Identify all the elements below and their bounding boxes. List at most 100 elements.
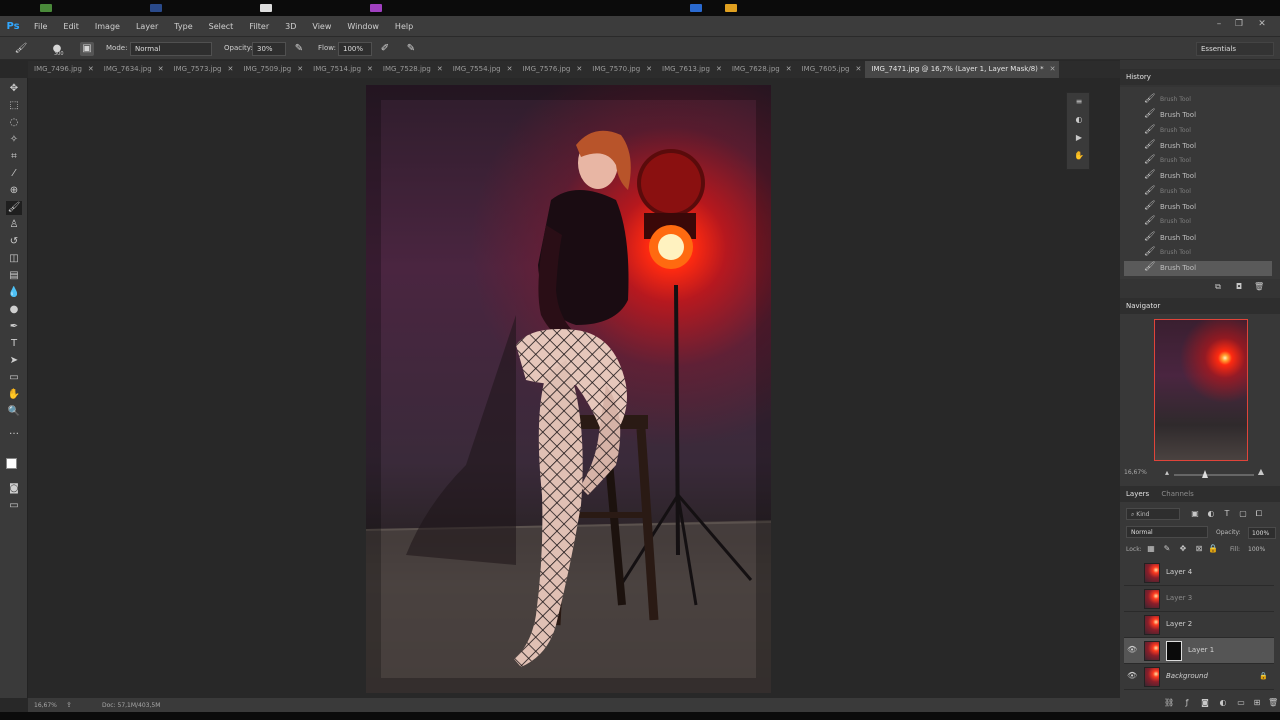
canvas-area[interactable]: ≡ ◐ ▶ ✋: [28, 78, 1120, 698]
lock-transparent-icon[interactable]: ▦: [1146, 544, 1156, 554]
eyedropper-tool-icon[interactable]: ⁄: [6, 167, 22, 181]
restore-icon[interactable]: ❐: [1232, 19, 1246, 32]
menu-edit[interactable]: Edit: [55, 22, 87, 31]
filter-type-icon[interactable]: T: [1222, 509, 1232, 519]
tab-document[interactable]: IMG_7613.jpg ✕: [656, 61, 726, 78]
history-step[interactable]: 🖌 Brush Tool: [1124, 169, 1272, 184]
close-tab-icon[interactable]: ✕: [716, 65, 722, 73]
navigator-zoom-slider[interactable]: [1174, 474, 1254, 476]
tab-document[interactable]: IMG_7496.jpg ✕: [28, 61, 98, 78]
history-step[interactable]: 🖌 Brush Tool: [1124, 200, 1272, 215]
tool-presets-icon[interactable]: ✋: [1074, 151, 1084, 161]
layer-opacity-field[interactable]: 100%: [1248, 527, 1276, 539]
lock-image-icon[interactable]: ✎: [1162, 544, 1172, 554]
filter-pixel-icon[interactable]: ▣: [1190, 509, 1200, 519]
menu-layer[interactable]: Layer: [128, 22, 166, 31]
fill-value[interactable]: 100%: [1248, 546, 1265, 553]
layer-mask-thumbnail[interactable]: [1166, 641, 1182, 661]
opacity-field[interactable]: 30%: [252, 42, 286, 56]
eye-icon[interactable]: 👁: [1127, 645, 1137, 655]
quick-select-tool-icon[interactable]: ✧: [6, 133, 22, 147]
history-brush-tool-icon[interactable]: ↺: [6, 235, 22, 249]
history-step[interactable]: 🖌 Brush Tool: [1124, 154, 1272, 169]
close-tab-icon[interactable]: ✕: [786, 65, 792, 73]
history-step-current[interactable]: 🖌 Brush Tool: [1124, 261, 1272, 276]
document-photo[interactable]: [366, 85, 771, 693]
close-tab-icon[interactable]: ✕: [297, 65, 303, 73]
type-tool-icon[interactable]: T: [6, 337, 22, 351]
layer-row[interactable]: 👁 Background 🔒: [1124, 664, 1274, 690]
close-tab-icon[interactable]: ✕: [1050, 65, 1056, 73]
pen-tool-icon[interactable]: ✒: [6, 320, 22, 334]
tab-document[interactable]: IMG_7528.jpg ✕: [377, 61, 447, 78]
layer-row[interactable]: Layer 4: [1124, 560, 1274, 586]
zoom-tool-icon[interactable]: 🔍: [6, 405, 22, 419]
tab-document[interactable]: IMG_7634.jpg ✕: [98, 61, 168, 78]
tab-document[interactable]: IMG_7570.jpg ✕: [586, 61, 656, 78]
marquee-tool-icon[interactable]: ⬚: [6, 99, 22, 113]
pressure-size-icon[interactable]: ✎: [404, 42, 418, 56]
close-tab-icon[interactable]: ✕: [646, 65, 652, 73]
move-tool-icon[interactable]: ✥: [6, 82, 22, 96]
mode-select[interactable]: Normal: [130, 42, 212, 56]
taskbar-app-icon[interactable]: [260, 4, 272, 12]
filter-adjustment-icon[interactable]: ◐: [1206, 509, 1216, 519]
tab-document[interactable]: IMG_7576.jpg ✕: [516, 61, 586, 78]
tab-document[interactable]: IMG_7554.jpg ✕: [447, 61, 517, 78]
history-step[interactable]: 🖌 Brush Tool: [1124, 231, 1272, 246]
eraser-tool-icon[interactable]: ◫: [6, 252, 22, 266]
history-step[interactable]: 🖌 Brush Tool: [1124, 93, 1272, 108]
navigator-panel-title[interactable]: Navigator: [1126, 302, 1160, 310]
new-layer-icon[interactable]: ⊞: [1252, 698, 1262, 708]
minimize-icon[interactable]: –: [1212, 19, 1226, 32]
close-tab-icon[interactable]: ✕: [227, 65, 233, 73]
status-zoom[interactable]: 16,67%: [34, 702, 57, 709]
workspace-select[interactable]: Essentials: [1196, 42, 1274, 56]
visibility-toggle[interactable]: [1127, 567, 1137, 577]
close-icon[interactable]: ✕: [1255, 19, 1269, 32]
tab-channels[interactable]: Channels: [1161, 490, 1193, 498]
crop-tool-icon[interactable]: ⌗: [6, 150, 22, 164]
navigator-zoom-value[interactable]: 16,67%: [1124, 469, 1147, 476]
history-step[interactable]: 🖌 Brush Tool: [1124, 185, 1272, 200]
filter-smart-object-icon[interactable]: ⧠: [1254, 509, 1264, 519]
menu-window[interactable]: Window: [339, 22, 387, 31]
add-mask-icon[interactable]: ◙: [1200, 698, 1210, 708]
zoom-out-icon[interactable]: ▴: [1162, 468, 1172, 478]
healing-brush-tool-icon[interactable]: ⊕: [6, 184, 22, 198]
close-tab-icon[interactable]: ✕: [576, 65, 582, 73]
status-doc-size[interactable]: Doc: 57,1M/403,5M: [102, 702, 160, 709]
brush-panel-toggle-icon[interactable]: ▣: [80, 42, 94, 56]
snapshot-camera-icon[interactable]: ◘: [1234, 282, 1244, 292]
menu-select[interactable]: Select: [201, 22, 242, 31]
history-step[interactable]: 🖌 Brush Tool: [1124, 139, 1272, 154]
dodge-tool-icon[interactable]: ●: [6, 303, 22, 317]
close-tab-icon[interactable]: ✕: [856, 65, 862, 73]
gradient-tool-icon[interactable]: ▤: [6, 269, 22, 283]
menu-image[interactable]: Image: [87, 22, 128, 31]
history-step[interactable]: 🖌 Brush Tool: [1124, 124, 1272, 139]
brush-tool-icon[interactable]: 🖌: [6, 201, 22, 215]
menu-filter[interactable]: Filter: [241, 22, 277, 31]
tab-layers[interactable]: Layers: [1126, 490, 1149, 498]
quick-mask-icon[interactable]: ◙: [6, 482, 22, 496]
close-tab-icon[interactable]: ✕: [507, 65, 513, 73]
filter-shape-icon[interactable]: ▢: [1238, 509, 1248, 519]
adjustments-icon[interactable]: ≡: [1074, 97, 1084, 107]
layer-row[interactable]: Layer 2: [1124, 612, 1274, 638]
tab-document[interactable]: IMG_7509.jpg ✕: [237, 61, 307, 78]
delete-state-icon[interactable]: 🗑: [1254, 282, 1264, 292]
taskbar-app-icon[interactable]: [40, 4, 52, 12]
menu-file[interactable]: File: [26, 22, 55, 31]
tab-document-active[interactable]: IMG_7471.jpg @ 16,7% (Layer 1, Layer Mas…: [865, 61, 1060, 78]
menu-help[interactable]: Help: [387, 22, 421, 31]
clone-stamp-tool-icon[interactable]: ♙: [6, 218, 22, 232]
taskbar-app-icon[interactable]: [725, 4, 737, 12]
layer-style-icon[interactable]: ƒ: [1182, 698, 1192, 708]
visibility-toggle[interactable]: [1127, 619, 1137, 629]
close-tab-icon[interactable]: ✕: [367, 65, 373, 73]
close-tab-icon[interactable]: ✕: [158, 65, 164, 73]
navigator-preview[interactable]: [1154, 319, 1248, 461]
path-selection-tool-icon[interactable]: ➤: [6, 354, 22, 368]
tab-document[interactable]: IMG_7573.jpg ✕: [168, 61, 238, 78]
